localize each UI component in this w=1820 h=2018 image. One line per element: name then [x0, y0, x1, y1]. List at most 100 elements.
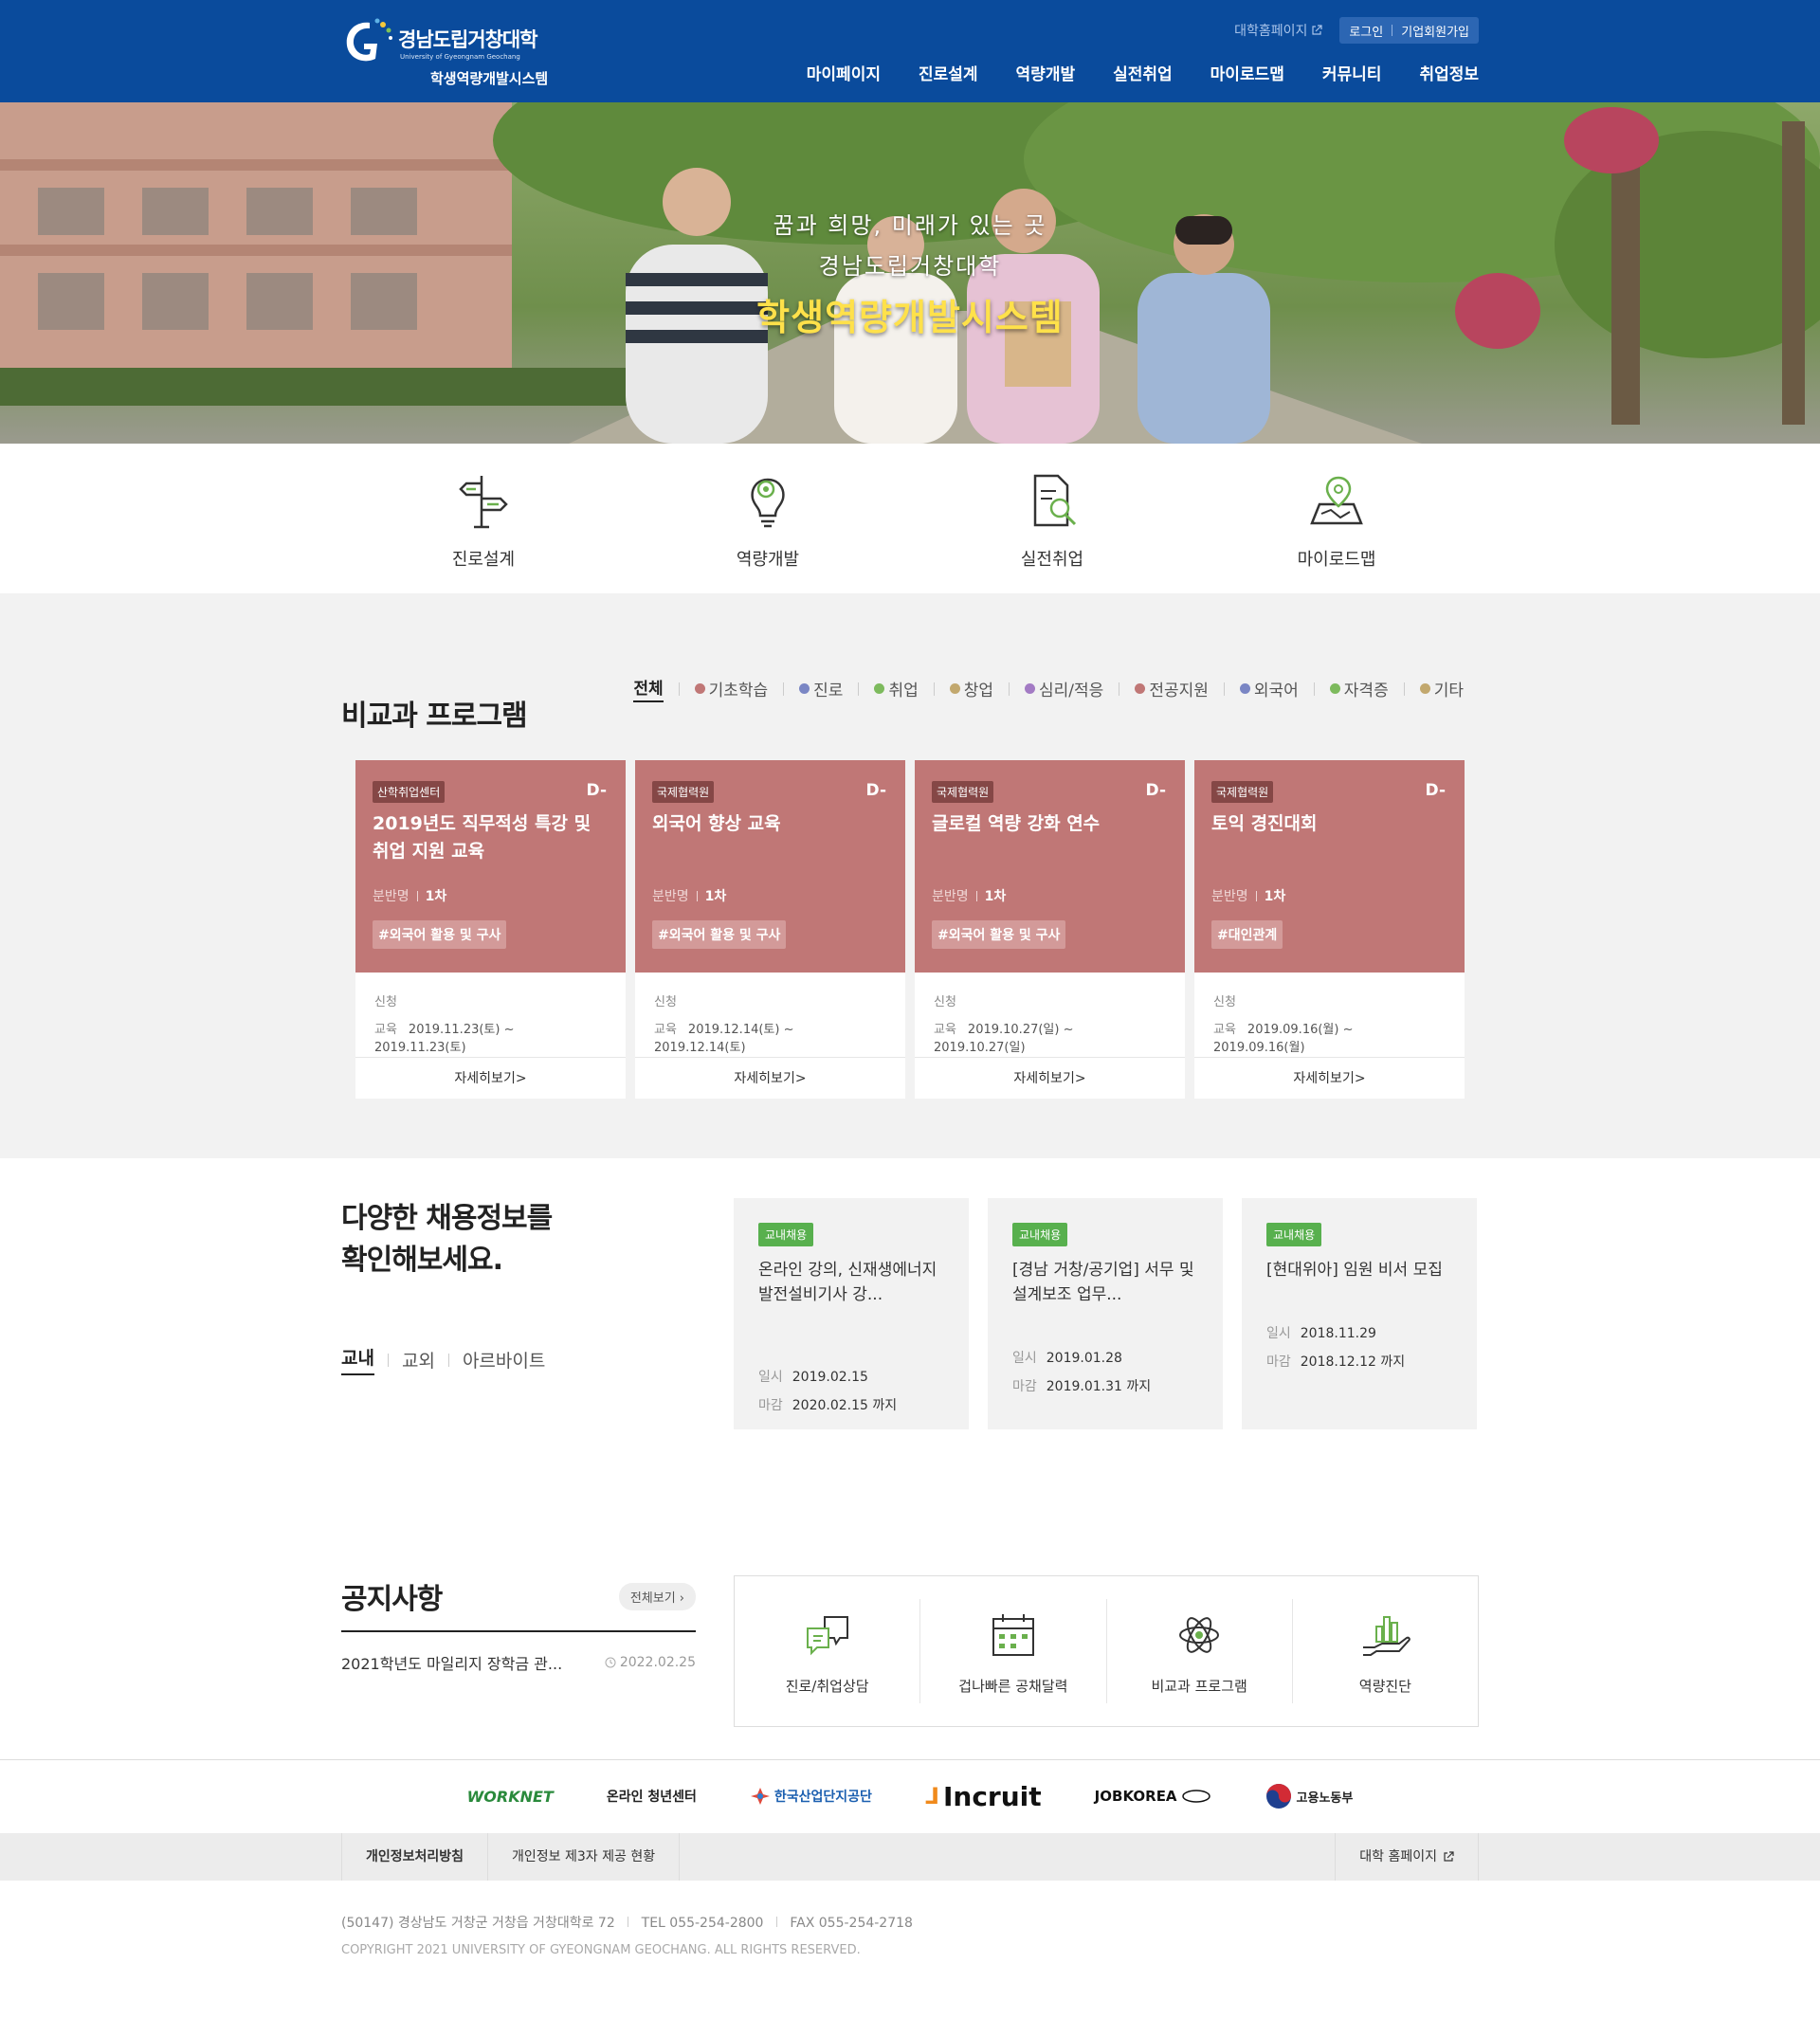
job-deadline-label: 마감 — [758, 1398, 783, 1413]
filter-basic[interactable]: 기초학습 — [694, 677, 768, 700]
third-party-link[interactable]: 개인정보 제3자 제공 현황 — [488, 1833, 681, 1881]
job-deadline: 2020.02.15 까지 — [792, 1398, 898, 1413]
program-hashtag: #외국어 활용 및 구사 — [932, 920, 1066, 949]
nav-community[interactable]: 커뮤니티 — [1322, 61, 1382, 84]
footer-address: (50147) 경상남도 거창군 거창읍 거창대학로 72 TEL 055-25… — [341, 1913, 1479, 1932]
nav-mypage[interactable]: 마이페이지 — [807, 61, 881, 84]
filter-employment[interactable]: 취업 — [874, 677, 919, 700]
program-more-button[interactable]: 자세히보기> — [635, 1057, 905, 1099]
quick-career[interactable]: 진로설계 — [389, 470, 578, 571]
program-hashtag: #외국어 활용 및 구사 — [373, 920, 507, 949]
filter-psychology[interactable]: 심리/적응 — [1025, 677, 1103, 700]
program-hashtag: #대인관계 — [1211, 920, 1283, 949]
partner-incruit[interactable]: ᒧ Incruit — [925, 1781, 1042, 1812]
program-card-head: 국제협력원 D- 토익 경진대회 분반명 1차 #대인관계 — [1194, 760, 1465, 973]
program-more-button[interactable]: 자세히보기> — [1194, 1057, 1465, 1099]
divider — [416, 890, 418, 901]
filter-startup[interactable]: 창업 — [949, 677, 993, 700]
job-date: 2018.11.29 — [1300, 1326, 1376, 1341]
top-utility: 대학홈페이지 로그인 기업회원가입 — [1234, 17, 1479, 44]
filter-major[interactable]: 전공지원 — [1135, 677, 1209, 700]
quick-menu: 진로설계 역량개발 실전취업 마이로드맵 — [0, 444, 1820, 593]
program-card[interactable]: 국제협력원 D- 글로컬 역량 강화 연수 분반명 1차 #외국어 활용 및 구사… — [915, 760, 1185, 1099]
login-link[interactable]: 로그인 — [1349, 22, 1383, 40]
quick-competency[interactable]: 역량개발 — [673, 470, 863, 571]
privacy-policy-link[interactable]: 개인정보처리방침 — [341, 1833, 489, 1881]
program-more-button[interactable]: 자세히보기> — [915, 1057, 1185, 1099]
program-card[interactable]: 산학취업센터 D- 2019년도 직무적성 특강 및 취업 지원 교육 분반명 1… — [355, 760, 626, 1099]
edu-label: 교육 — [934, 1023, 956, 1037]
logo-system-name: 학생역량개발시스템 — [430, 70, 549, 87]
filter-all[interactable]: 전체 — [633, 675, 664, 702]
site-logo[interactable]: 경남도립거창대학 University of Gyeongnam Geochan… — [341, 15, 569, 91]
join-link[interactable]: 기업회원가입 — [1401, 22, 1469, 40]
program-card-dates: 신청 교육 2019.12.14(토) ~ 2019.12.14(토) — [635, 973, 905, 1057]
service-programs-label: 비교과 프로그램 — [1151, 1677, 1247, 1695]
logo-mark-icon — [346, 18, 392, 62]
quick-roadmap[interactable]: 마이로드맵 — [1242, 470, 1431, 571]
partner-jobkorea[interactable]: JOBKOREA — [1095, 1788, 1211, 1805]
job-card[interactable]: 교내채용 [현대위아] 임원 비서 모집 일시 2018.11.29 마감 2018… — [1242, 1198, 1477, 1429]
edu-label: 교육 — [654, 1023, 677, 1037]
program-card[interactable]: 국제협력원 D- 외국어 향상 교육 분반명 1차 #외국어 활용 및 구사 신청… — [635, 760, 905, 1099]
incruit-mark-icon: ᒧ — [924, 1783, 939, 1809]
service-links: 진로/취업상담 겁나빠른 공채달력 비교과 프로그램 역량진단 — [734, 1575, 1479, 1727]
filter-label: 자격증 — [1343, 682, 1389, 700]
filter-dot — [1329, 683, 1340, 694]
job-date-label: 일시 — [1012, 1351, 1037, 1366]
filter-etc[interactable]: 기타 — [1419, 677, 1464, 700]
univ-home-link[interactable]: 대학 홈페이지 — [1335, 1833, 1479, 1881]
job-card[interactable]: 교내채용 온라인 강의, 신재생에너지발전설비기사 강... 일시 2019.02… — [734, 1198, 969, 1429]
filter-certificate[interactable]: 자격증 — [1329, 677, 1389, 700]
nav-career[interactable]: 진로설계 — [919, 61, 978, 84]
service-diagnosis[interactable]: 역량진단 — [1293, 1599, 1478, 1703]
program-card-dates: 신청 교육 2019.09.16(월) ~ 2019.09.16(월) — [1194, 973, 1465, 1057]
job-card[interactable]: 교내채용 [경남 거창/공기업] 서무 및 설계보조 업무... 일시 2019.… — [988, 1198, 1223, 1429]
notice-all-button[interactable]: 전체보기 › — [618, 1582, 696, 1610]
program-card[interactable]: 국제협력원 D- 토익 경진대회 분반명 1차 #대인관계 신청 교육 2019.0… — [1194, 760, 1465, 1099]
filter-language[interactable]: 외국어 — [1239, 677, 1299, 700]
service-diagnosis-label: 역량진단 — [1358, 1677, 1411, 1695]
notice-item-date: 2022.02.25 — [619, 1655, 696, 1670]
nav-competency[interactable]: 역량개발 — [1016, 61, 1076, 84]
divider — [678, 682, 680, 696]
program-meta: 분반명 1차 — [932, 886, 1168, 905]
service-calendar[interactable]: 겁나빠른 공채달력 — [920, 1599, 1107, 1703]
nav-employment[interactable]: 실전취업 — [1113, 61, 1173, 84]
partner-kicox[interactable]: 한국산업단지공단 — [750, 1786, 872, 1807]
notice-all-label: 전체보기 — [629, 1591, 676, 1606]
partner-youth-center[interactable]: 온라인 청년센터 — [607, 1787, 697, 1806]
notice-item[interactable]: 2021학년도 마일리지 장학금 관... 2022.02.25 — [341, 1651, 696, 1674]
notice-section: 공지사항 전체보기 › 2021학년도 마일리지 장학금 관... 2022.0… — [0, 1452, 1820, 1736]
filter-career[interactable]: 진로 — [799, 677, 843, 700]
divider — [1313, 682, 1315, 696]
service-programs[interactable]: 비교과 프로그램 — [1107, 1599, 1293, 1703]
hero-slogan: 꿈과 희망, 미래가 있는 곳 — [773, 212, 1047, 239]
job-tag: 교내채용 — [1266, 1223, 1322, 1246]
tab-on-campus[interactable]: 교내 — [341, 1344, 374, 1375]
filter-dot — [1135, 683, 1146, 694]
service-counseling[interactable]: 진로/취업상담 — [735, 1599, 921, 1703]
program-title: 외국어 향상 교육 — [652, 813, 781, 834]
divider — [696, 890, 698, 901]
partner-worknet[interactable]: WORKNET — [467, 1788, 554, 1806]
tab-off-campus[interactable]: 교외 — [402, 1347, 435, 1373]
notice-box: 공지사항 전체보기 › 2021학년도 마일리지 장학금 관... 2022.0… — [341, 1575, 696, 1674]
logo-univ-name: 경남도립거창대학 — [398, 28, 538, 51]
partner-moel[interactable]: 고용노동부 — [1265, 1782, 1353, 1810]
program-more-button[interactable]: 자세히보기> — [355, 1057, 626, 1099]
filter-dot — [949, 683, 960, 694]
hero-univ-name: 경남도립거창대학 — [818, 253, 1002, 280]
tab-part-time[interactable]: 아르바이트 — [463, 1347, 545, 1373]
divider — [1223, 682, 1225, 696]
program-meta-label: 분반명 — [373, 889, 410, 904]
job-deadline: 2019.01.31 까지 — [1046, 1379, 1152, 1394]
quick-employment[interactable]: 실전취업 — [957, 470, 1147, 571]
program-filters: 전체 기초학습 진로 취업 창업 심리/적응 전공지원 외국어 자격증 기타 — [633, 675, 1464, 702]
univ-homepage-link[interactable]: 대학홈페이지 — [1234, 21, 1322, 40]
job-date-label: 일시 — [758, 1370, 783, 1385]
external-link-icon — [1444, 1851, 1454, 1862]
nav-jobinfo[interactable]: 취업정보 — [1419, 61, 1479, 84]
program-meta: 분반명 1차 — [652, 886, 888, 905]
nav-roadmap[interactable]: 마이로드맵 — [1210, 61, 1284, 84]
